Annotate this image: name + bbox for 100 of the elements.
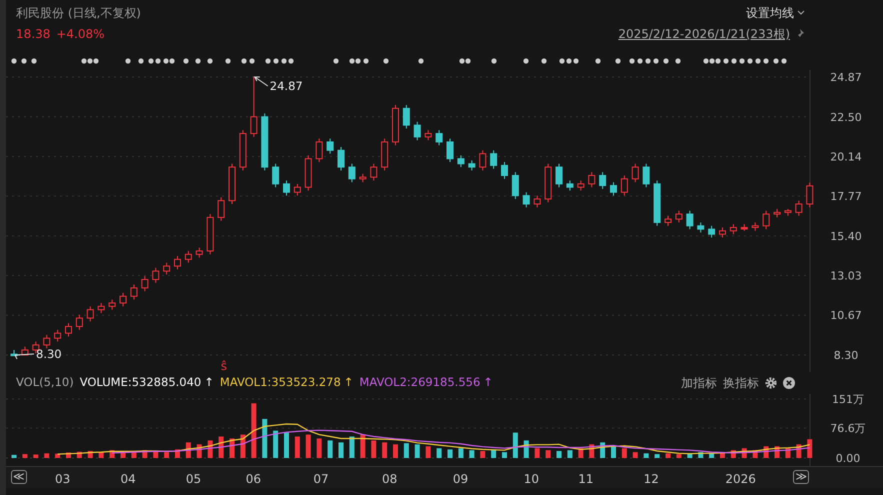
bar <box>666 453 670 458</box>
bar <box>393 444 398 458</box>
scroll-left-button[interactable]: ≪ <box>11 470 27 484</box>
candlestick <box>218 196 225 222</box>
month-label: 04 <box>120 471 136 488</box>
candlestick <box>76 314 83 330</box>
candlestick <box>108 299 116 310</box>
bar <box>22 454 28 458</box>
month-label: 10 <box>524 471 540 488</box>
candlestick <box>174 256 181 270</box>
candlestick <box>316 138 323 163</box>
date-range-link[interactable]: 2025/2/12-2026/1/21(233根) <box>618 25 790 43</box>
candlestick <box>338 146 344 171</box>
candlestick <box>599 172 606 190</box>
month-label: 07 <box>313 471 329 488</box>
candlestick <box>65 322 72 338</box>
candlestick <box>294 183 301 196</box>
candlestick <box>806 182 814 208</box>
candlestick <box>686 210 694 230</box>
candlestick <box>43 334 50 349</box>
candlestick <box>577 180 584 192</box>
bar <box>404 443 409 458</box>
bar <box>44 453 50 458</box>
price-axis-label: 20.14 <box>830 150 862 164</box>
month-label: 11 <box>578 471 594 488</box>
candlestick <box>272 163 280 188</box>
bar <box>328 440 333 458</box>
stock-title: 利民股份 (日线,不复权) <box>16 5 141 22</box>
candlestick <box>196 247 203 258</box>
candlestick <box>675 210 682 223</box>
bar <box>567 450 572 458</box>
bar <box>164 452 170 458</box>
bar <box>338 442 344 458</box>
candlestick <box>664 215 672 226</box>
ma-settings-button[interactable]: 设置均线 <box>746 4 805 22</box>
candlestick <box>348 163 356 183</box>
bar <box>512 432 518 458</box>
price-axis-label: 10.67 <box>830 309 862 322</box>
candlestick <box>522 192 530 208</box>
volume-axis-label: 0.00 <box>836 452 860 465</box>
candlestick <box>130 284 138 300</box>
close-icon[interactable] <box>783 377 795 389</box>
candlestick <box>719 226 726 238</box>
bar <box>371 440 376 458</box>
indicator-action-button[interactable]: 加指标 <box>681 374 717 392</box>
bar <box>807 439 812 458</box>
candlestick <box>762 210 770 230</box>
candlestick <box>141 276 148 292</box>
trend-arrow: ↑ <box>344 374 354 392</box>
scroll-right-button[interactable]: ≫ <box>793 470 809 484</box>
extreme-price-label: 8.30 <box>36 347 62 361</box>
price-axis-label: 17.77 <box>830 190 862 204</box>
candlestick <box>642 163 650 188</box>
candlestick <box>446 138 454 163</box>
candlestick <box>730 224 737 235</box>
candlestick <box>512 172 519 200</box>
candlestick <box>370 163 378 182</box>
candlestick <box>120 292 126 307</box>
candlestick <box>490 150 498 170</box>
signal-mark: ŝ <box>220 359 228 372</box>
candlestick <box>620 174 628 196</box>
bar <box>306 434 311 458</box>
price-change: +4.08% <box>56 26 105 43</box>
candlestick <box>54 329 62 342</box>
candlestick <box>283 180 290 196</box>
candlestick <box>468 160 476 171</box>
volume-axis-label: 151万 <box>832 394 864 406</box>
indicator-action-button[interactable]: 换指标 <box>723 374 759 392</box>
bar <box>556 450 562 458</box>
candlestick <box>556 163 562 188</box>
settings-icon[interactable] <box>765 377 777 389</box>
price-axis-label: 8.30 <box>834 349 858 362</box>
volume-axis-label: 76.6万 <box>830 422 866 436</box>
indicator-value: MAVOL1:353523.278 <box>220 374 341 392</box>
price: 18.38 <box>16 26 50 43</box>
bar <box>469 450 474 458</box>
bar <box>502 452 507 458</box>
leader-line <box>253 76 268 86</box>
bar <box>458 448 464 458</box>
bar <box>414 444 420 458</box>
month-label: 09 <box>452 471 468 488</box>
bar <box>349 436 354 458</box>
candlestick <box>424 130 432 141</box>
bar <box>436 448 442 458</box>
candlestick <box>163 262 170 275</box>
bar <box>611 446 616 458</box>
leader-line <box>14 354 34 360</box>
candlestick <box>501 162 508 180</box>
month-label: 08 <box>382 471 398 488</box>
month-label: 2026 <box>725 471 756 488</box>
month-label: 05 <box>186 471 202 488</box>
caret-icon <box>797 10 805 16</box>
candlestick <box>632 163 639 183</box>
bar <box>273 430 278 458</box>
bar <box>316 438 322 458</box>
bar <box>12 454 16 458</box>
bar <box>622 448 627 458</box>
trend-arrow: ↑ <box>204 374 214 392</box>
month-label: 03 <box>55 471 70 488</box>
candlestick <box>402 104 410 130</box>
